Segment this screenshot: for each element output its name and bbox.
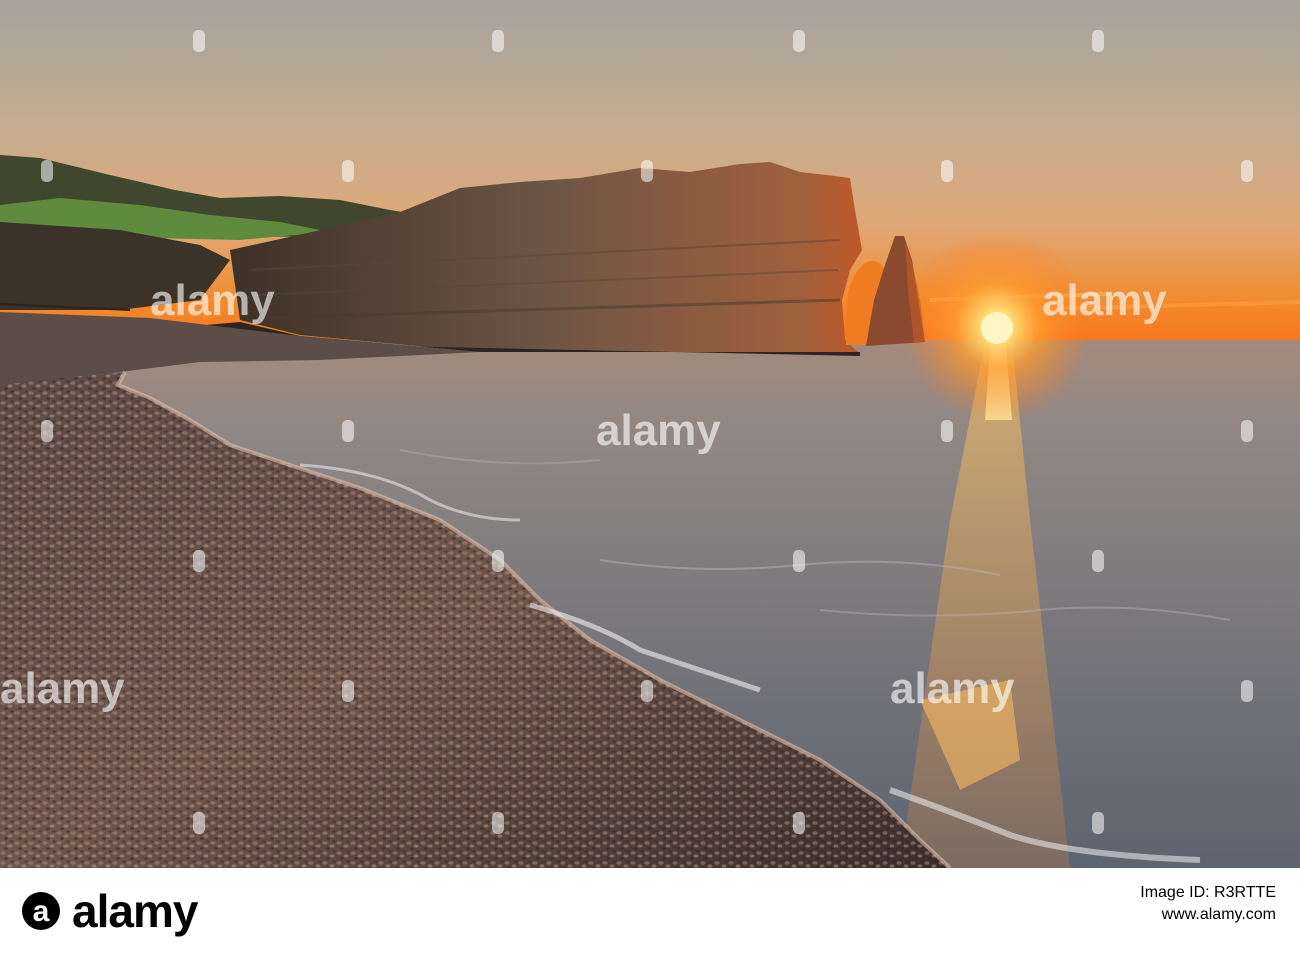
sun bbox=[981, 312, 1013, 344]
landscape-photo bbox=[0, 0, 1300, 868]
logo-wordmark: alamy bbox=[72, 885, 198, 937]
footer-bar: a alamy Image ID: R3RTTE www.alamy.com bbox=[0, 868, 1300, 957]
alamy-logo[interactable]: a alamy bbox=[18, 882, 198, 940]
svg-text:a: a bbox=[33, 895, 50, 928]
site-url[interactable]: www.alamy.com bbox=[1140, 904, 1276, 926]
alamy-a-icon: a bbox=[22, 892, 60, 930]
image-id-label: Image ID: R3RTTE bbox=[1140, 884, 1276, 901]
image-id-block: Image ID: R3RTTE www.alamy.com bbox=[1140, 882, 1276, 926]
